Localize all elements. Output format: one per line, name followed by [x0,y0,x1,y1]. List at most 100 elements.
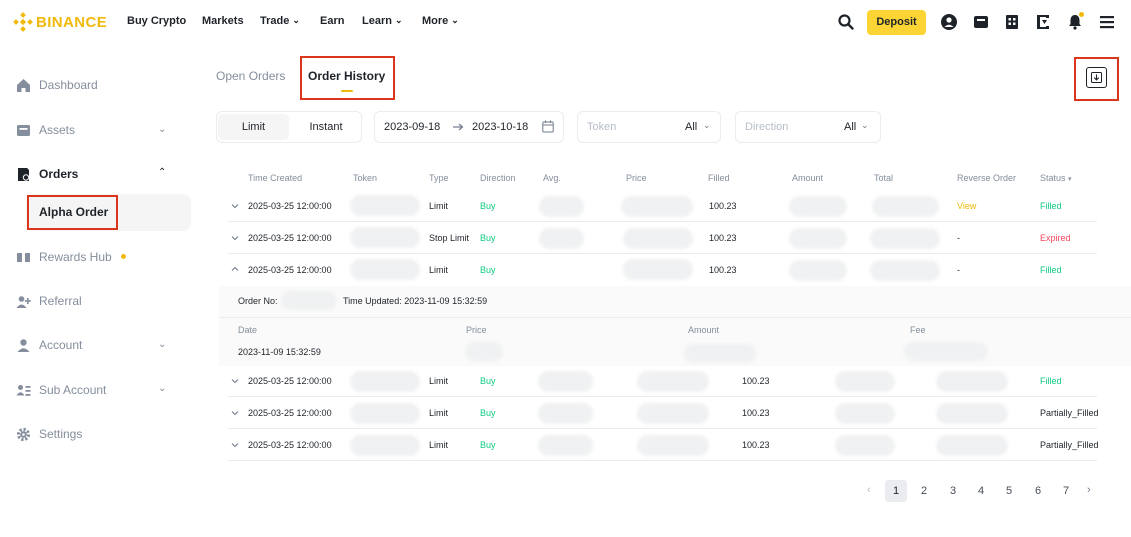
order-no-label: Order No: [238,296,278,306]
sidebar-item-assets[interactable]: Assets [16,120,75,140]
nav-trade[interactable]: Trade ⌄ [260,15,300,27]
column-token: Token [353,173,378,183]
sidebar-item-settings[interactable]: Settings [16,424,82,444]
menu-icon[interactable] [1098,13,1116,31]
redacted-token [350,259,420,280]
nav-learn[interactable]: Learn ⌄ [362,15,403,27]
chevron-up-icon[interactable] [230,264,240,274]
column-status[interactable]: Status ▾ [1040,173,1072,183]
download-app-icon[interactable] [1034,13,1052,31]
reverse-order-view-link[interactable]: View [957,201,976,211]
cell-time: 2025-03-25 12:00:00 [248,201,332,211]
redacted-amount [835,435,895,456]
orders-icon [18,167,30,181]
sub-account-icon [16,384,31,396]
chevron-up-icon[interactable]: ⌃ [158,167,166,178]
sidebar-item-label: Settings [39,427,83,441]
redacted-price [623,259,693,280]
status-badge: Filled [1040,376,1062,386]
sidebar-item-dashboard[interactable]: Dashboard [16,75,98,95]
nav-buy-crypto[interactable]: Buy Crypto [127,15,186,27]
nav-more[interactable]: More ⌄ [422,15,459,27]
next-page-icon[interactable]: › [1087,484,1091,496]
redacted-amount [789,228,847,249]
page-3[interactable]: 3 [942,480,964,502]
notification-dot [1079,12,1084,17]
search-icon[interactable] [837,13,855,31]
tab-open-orders[interactable]: Open Orders [216,69,285,83]
page-5[interactable]: 5 [998,480,1020,502]
chevron-down-icon: ⌄ [394,15,403,25]
status-badge: Expired [1040,233,1071,243]
sidebar-item-sub-account[interactable]: Sub Account [16,380,106,400]
detail-column-date: Date [238,325,258,335]
deposit-button[interactable]: Deposit [867,10,926,35]
chevron-down-icon[interactable] [230,201,240,211]
prev-page-icon[interactable]: ‹ [867,484,871,496]
wallet-icon[interactable] [972,13,990,31]
brand-name: BINANCE [36,13,108,31]
user-icon[interactable] [940,13,958,31]
chevron-down-icon[interactable] [230,408,240,418]
sidebar-item-label: Dashboard [39,78,98,92]
redacted-token [350,435,420,456]
cell-direction: Buy [480,408,496,418]
page-6[interactable]: 6 [1027,480,1049,502]
chevron-down-icon[interactable] [230,376,240,386]
cell-type: Limit [429,265,449,275]
toggle-instant[interactable]: Instant [293,114,359,140]
cell-type: Limit [429,408,449,418]
binance-logo[interactable]: BINANCE [13,12,107,32]
redacted-avg [538,435,593,456]
orders-icon[interactable] [1003,13,1021,31]
chevron-down-icon: ⌄ [861,120,869,130]
cell-direction: Buy [480,376,496,386]
redacted-token [350,195,420,216]
token-select-label: Token [587,121,617,133]
column-direction: Direction [480,173,516,183]
sidebar-item-label: Sub Account [39,383,107,397]
redacted-token [350,227,420,248]
chevron-down-icon[interactable]: ⌄ [158,383,166,394]
row-divider [228,460,1097,461]
cell-time: 2025-03-25 12:00:00 [248,265,332,275]
redacted-avg [539,196,584,217]
referral-icon [16,295,31,308]
sidebar-item-referral[interactable]: Referral [16,291,82,311]
chevron-down-icon[interactable]: ⌄ [158,339,166,350]
cell-type: Limit [429,440,449,450]
page-1[interactable]: 1 [885,480,907,502]
cell-direction: Buy [480,265,496,275]
nav-earn[interactable]: Earn [320,15,344,27]
detail-column-price: Price [466,325,487,335]
status-badge: Partially_Filled [1040,408,1099,418]
sidebar-item-account[interactable]: Account [16,335,82,355]
redacted-amount [789,260,847,281]
cell-reverse-order: - [957,265,960,275]
redacted-detail-price [465,342,503,361]
nav-markets[interactable]: Markets [202,15,244,27]
redacted-price [621,196,693,217]
column-reverse-order: Reverse Order [957,173,1017,183]
arrow-right-icon [453,123,464,131]
chevron-down-icon: ⌄ [292,15,300,25]
date-to: 2023-10-18 [472,121,529,133]
chevron-down-icon[interactable] [230,233,240,243]
column-filled: Filled [708,173,730,183]
redacted-total [872,196,939,217]
redacted-total [870,228,940,249]
chevron-down-icon[interactable] [230,440,240,450]
sidebar-item-label: Referral [39,294,82,308]
sort-caret-icon: ▾ [1068,176,1072,183]
page-7[interactable]: 7 [1055,480,1077,502]
sidebar-item-orders[interactable]: Orders [16,164,78,184]
sidebar-item-label: Assets [39,123,76,137]
page-2[interactable]: 2 [913,480,935,502]
top-header: BINANCE Buy Crypto Markets Trade ⌄ Earn L… [0,0,1131,44]
sidebar-item-rewards-hub[interactable]: Rewards Hub [16,247,112,267]
chevron-down-icon[interactable]: ⌄ [158,124,166,135]
toggle-limit[interactable]: Limit [218,114,289,140]
binance-logo-icon [13,12,33,32]
page-4[interactable]: 4 [970,480,992,502]
redacted-token [350,403,420,424]
